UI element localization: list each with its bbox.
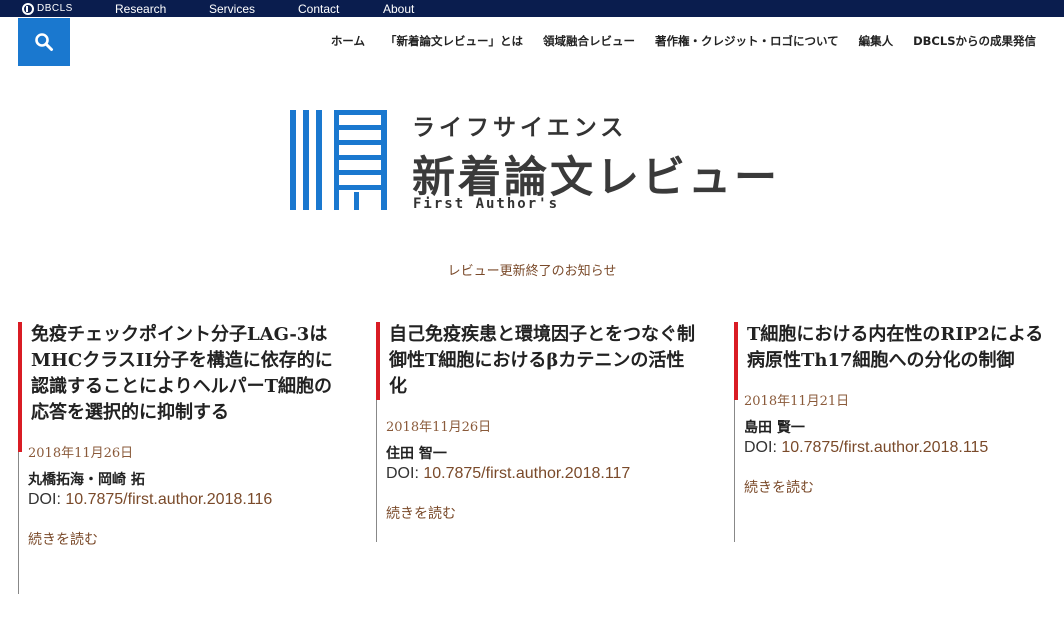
- nav-about-review[interactable]: 「新着論文レビュー」とは: [385, 33, 523, 49]
- article-card: 自己免疫疾患と環境因子とをつなぐ制御性T細胞におけるβカテニンの活性化 2018…: [376, 322, 716, 542]
- article-meta: 2018年11月26日 住田 智一 DOI: 10.7875/first.aut…: [386, 416, 716, 523]
- article-authors: 島田 賢一: [744, 420, 805, 436]
- nav-copyright[interactable]: 著作権・クレジット・ロゴについて: [655, 33, 839, 49]
- top-bar: DBCLS Research Services Contact About: [0, 0, 1064, 17]
- article-title[interactable]: 免疫チェックポイント分子LAG-3はMHCクラスII分子を構造に依存的に認識する…: [31, 322, 341, 426]
- site-logo[interactable]: ライフサイエンス 新着論文レビュー First Author's: [290, 110, 777, 214]
- article-card: T細胞における内在性のRIP2による病原性Th17細胞への分化の制御 2018年…: [734, 322, 1064, 542]
- doi-link[interactable]: 10.7875/first.author.2018.116: [65, 491, 272, 508]
- nav-dbcls-outputs[interactable]: DBCLSからの成果発信: [913, 33, 1036, 49]
- article-accent-bar: [18, 322, 22, 452]
- search-button[interactable]: [18, 18, 70, 66]
- top-nav-about[interactable]: About: [383, 2, 414, 16]
- doi-label: DOI:: [28, 491, 66, 508]
- doi-label: DOI:: [386, 465, 424, 482]
- dbcls-logo-icon: [22, 2, 34, 15]
- article-card: 免疫チェックポイント分子LAG-3はMHCクラスII分子を構造に依存的に認識する…: [18, 322, 358, 594]
- top-nav: Research Services Contact About: [115, 2, 414, 16]
- notice: レビュー更新終了のお知らせ: [0, 260, 1064, 279]
- read-more-link[interactable]: 続きを読む: [386, 503, 716, 523]
- top-nav-contact[interactable]: Contact: [298, 2, 383, 16]
- article-accent-bar: [376, 322, 380, 400]
- notice-link[interactable]: レビュー更新終了のお知らせ: [448, 264, 617, 279]
- article-meta: 2018年11月26日 丸橋拓海・岡崎 拓 DOI: 10.7875/first…: [28, 442, 358, 549]
- logo-subtitle: ライフサイエンス: [412, 115, 628, 141]
- article-accent-bar: [734, 322, 738, 400]
- article-authors: 丸橋拓海・岡崎 拓: [28, 472, 145, 488]
- logo-english: First Author's: [413, 196, 560, 212]
- doi-link[interactable]: 10.7875/first.author.2018.115: [781, 439, 988, 456]
- dbcls-logo[interactable]: DBCLS: [22, 2, 82, 15]
- nav-home[interactable]: ホーム: [331, 33, 365, 49]
- article-date: 2018年11月21日: [744, 394, 850, 409]
- top-nav-services[interactable]: Services: [209, 2, 298, 16]
- article-doi: DOI: 10.7875/first.author.2018.116: [28, 491, 358, 509]
- search-icon: [35, 33, 53, 51]
- main-nav: ホーム 「新着論文レビュー」とは 領域融合レビュー 著作権・クレジット・ロゴにつ…: [311, 33, 1036, 49]
- article-meta: 2018年11月21日 島田 賢一 DOI: 10.7875/first.aut…: [744, 390, 1064, 497]
- read-more-link[interactable]: 続きを読む: [744, 477, 1064, 497]
- nav-interdisciplinary-review[interactable]: 領域融合レビュー: [543, 33, 635, 49]
- article-title[interactable]: T細胞における内在性のRIP2による病原性Th17細胞への分化の制御: [747, 322, 1057, 374]
- top-nav-research[interactable]: Research: [115, 2, 209, 16]
- article-date: 2018年11月26日: [386, 420, 492, 435]
- doi-label: DOI:: [744, 439, 782, 456]
- logo-mark-icon: [290, 110, 387, 210]
- article-doi: DOI: 10.7875/first.author.2018.117: [386, 465, 716, 483]
- article-authors: 住田 智一: [386, 446, 447, 462]
- nav-editors[interactable]: 編集人: [859, 33, 894, 49]
- read-more-link[interactable]: 続きを読む: [28, 529, 358, 549]
- article-date: 2018年11月26日: [28, 446, 134, 461]
- doi-link[interactable]: 10.7875/first.author.2018.117: [423, 465, 630, 482]
- article-doi: DOI: 10.7875/first.author.2018.115: [744, 439, 1064, 457]
- dbcls-logo-text: DBCLS: [37, 3, 73, 14]
- article-title[interactable]: 自己免疫疾患と環境因子とをつなぐ制御性T細胞におけるβカテニンの活性化: [389, 322, 699, 400]
